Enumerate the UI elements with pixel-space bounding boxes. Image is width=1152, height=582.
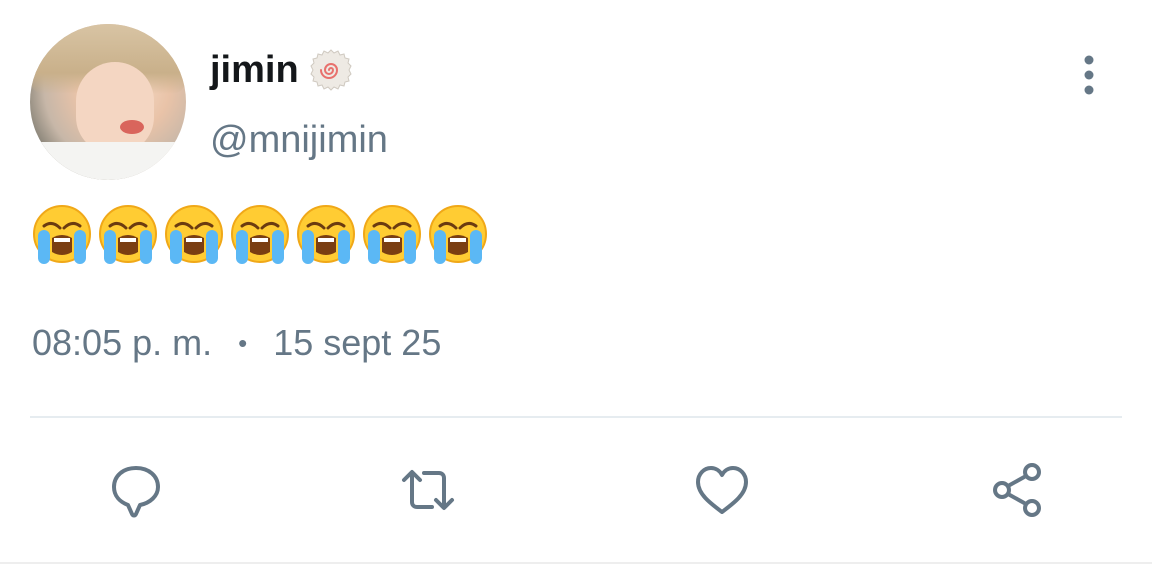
tweet-card: jimin @mnijimin 08:05 p. m. • 15 sept 25 <box>0 0 1152 582</box>
like-icon <box>696 466 748 514</box>
avatar-lips <box>120 120 144 134</box>
avatar-face <box>76 62 154 154</box>
tweet-text <box>32 204 488 266</box>
more-options-icon[interactable] <box>1072 54 1106 96</box>
tweet-time: 08:05 p. m. <box>32 322 213 363</box>
reply-icon <box>112 466 160 518</box>
tweet-date: 15 sept 25 <box>273 322 442 363</box>
divider <box>30 416 1122 418</box>
meta-separator: • <box>238 328 248 358</box>
like-button[interactable] <box>690 458 754 522</box>
loudly-crying-face-icon <box>165 205 223 264</box>
avatar[interactable] <box>30 24 186 180</box>
tweet-timestamp[interactable]: 08:05 p. m. • 15 sept 25 <box>32 322 441 364</box>
share-icon <box>993 463 1041 517</box>
bottom-divider <box>0 562 1152 564</box>
loudly-crying-face-icon <box>297 205 355 264</box>
loudly-crying-face-icon <box>99 205 157 264</box>
loudly-crying-face-icon <box>363 205 421 264</box>
author-name-row: jimin <box>210 48 353 92</box>
narutomaki-icon <box>310 49 352 91</box>
display-name[interactable]: jimin <box>210 48 299 92</box>
retweet-button[interactable] <box>396 458 460 522</box>
retweet-icon <box>402 470 454 510</box>
avatar-shirt <box>40 142 186 180</box>
reply-button[interactable] <box>104 458 168 522</box>
author-handle[interactable]: @mnijimin <box>210 118 388 162</box>
share-button[interactable] <box>986 458 1050 522</box>
loudly-crying-face-icon <box>231 205 289 264</box>
loudly-crying-face-icon <box>429 205 487 264</box>
loudly-crying-face-icon <box>33 205 91 264</box>
